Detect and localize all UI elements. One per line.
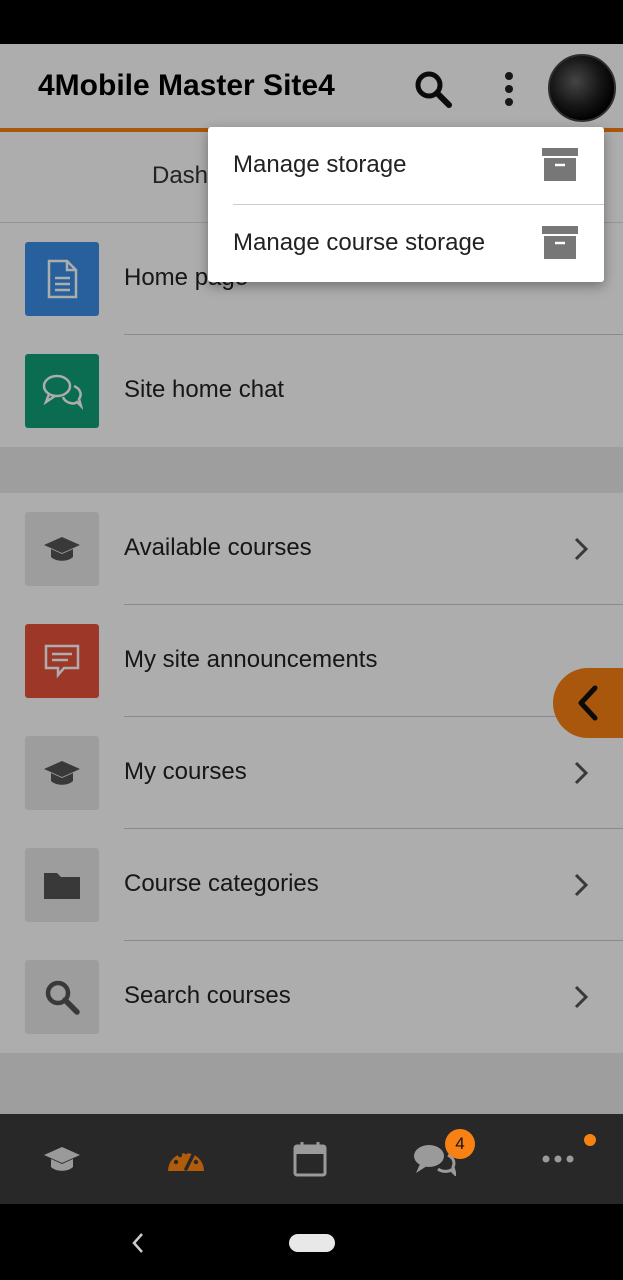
- graduation-cap-icon: [44, 1147, 80, 1171]
- archive-icon: [542, 226, 578, 259]
- tab-calendar[interactable]: [248, 1114, 372, 1204]
- dashboard-gauge-icon: [168, 1149, 204, 1171]
- tab-courses[interactable]: [0, 1114, 124, 1204]
- menu-item-label: Manage storage: [233, 151, 407, 178]
- menu-item-label: Manage course storage: [233, 229, 486, 256]
- status-bar: [0, 0, 623, 44]
- tab-dashboard-nav[interactable]: [124, 1114, 248, 1204]
- tab-more[interactable]: [496, 1114, 620, 1204]
- system-home-pill[interactable]: [289, 1234, 335, 1252]
- menu-item-manage-course-storage[interactable]: Manage course storage: [208, 205, 604, 282]
- tab-messages[interactable]: [372, 1114, 496, 1204]
- app-screen: 4Mobile Master Site4 Dash Home page Site…: [0, 44, 623, 1114]
- system-back-icon[interactable]: [128, 1230, 148, 1256]
- menu-item-manage-storage[interactable]: Manage storage: [208, 127, 604, 204]
- more-horizontal-icon: [542, 1155, 574, 1163]
- bottom-tab-bar: 4: [0, 1114, 623, 1204]
- archive-icon: [542, 148, 578, 181]
- messages-badge: 4: [445, 1129, 475, 1159]
- options-popover-menu: Manage storage Manage course storage: [208, 127, 604, 282]
- system-navigation-bar: [0, 1204, 623, 1280]
- calendar-icon: [293, 1142, 327, 1177]
- notification-dot: [584, 1134, 596, 1146]
